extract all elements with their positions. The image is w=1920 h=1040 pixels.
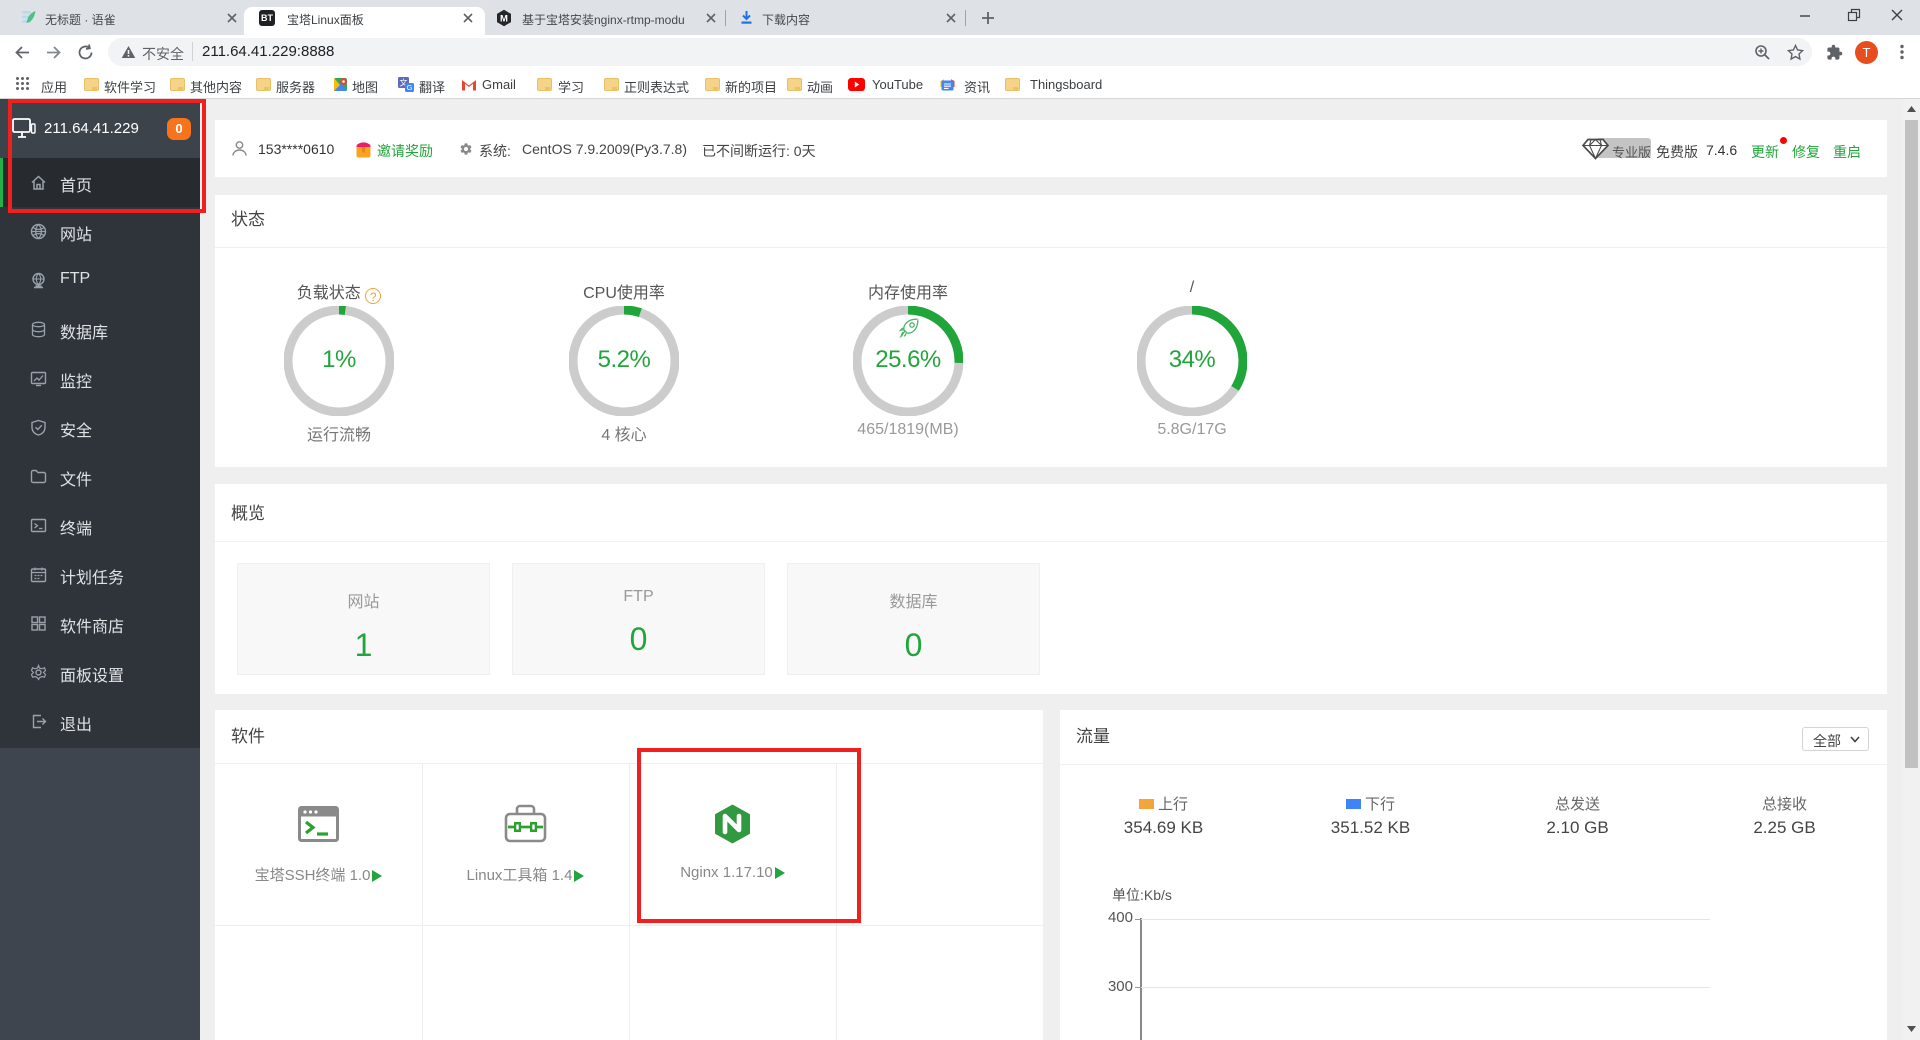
svg-text:G: G bbox=[407, 83, 413, 92]
svg-text:M: M bbox=[500, 14, 508, 25]
